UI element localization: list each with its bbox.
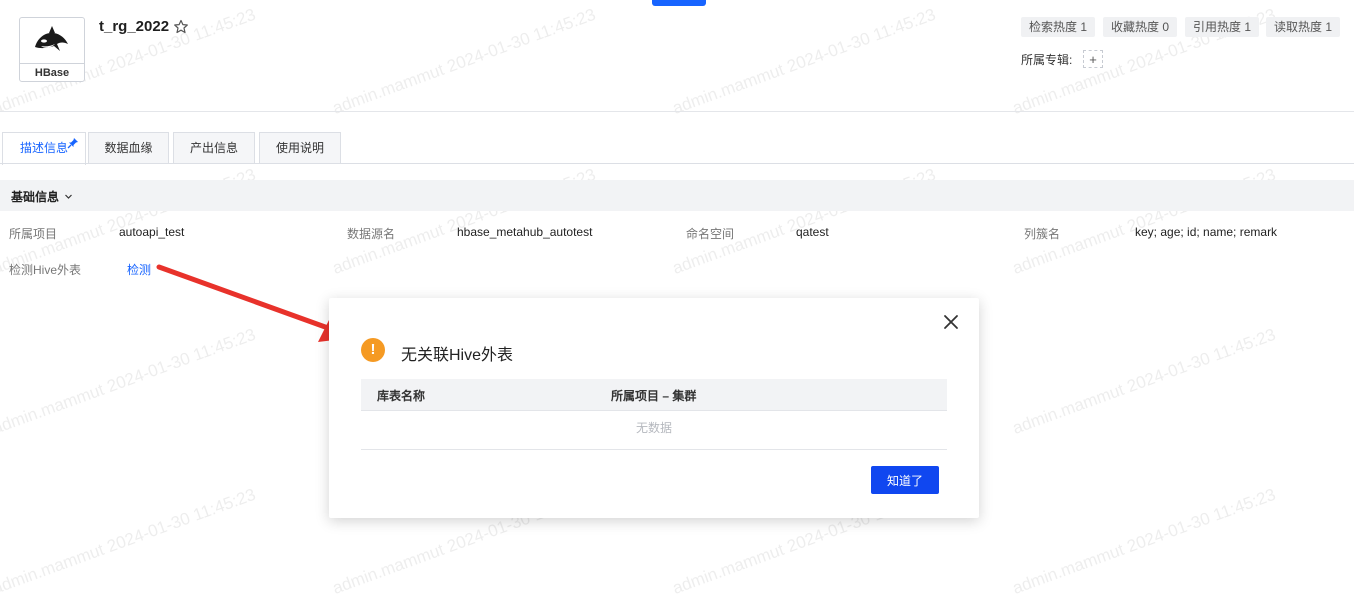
search-button[interactable] xyxy=(652,0,706,6)
watermark-text: admin.mammut 2024-01-30 11:45:23 xyxy=(0,484,259,598)
field-value-namespace: qatest xyxy=(796,225,829,239)
add-topic-button[interactable]: + xyxy=(1083,50,1103,68)
ok-button[interactable]: 知道了 xyxy=(871,466,939,494)
watermark-text: admin.mammut 2024-01-30 11:45:23 xyxy=(330,4,599,118)
hbase-logo: HBase xyxy=(19,17,85,82)
watermark-text: admin.mammut 2024-01-30 11:45:23 xyxy=(670,4,939,118)
red-arrow-annotation xyxy=(156,264,351,342)
read-heat-badge: 读取热度 1 xyxy=(1266,17,1341,37)
field-key-project: 所属项目 xyxy=(9,227,58,241)
tab-lineage[interactable]: 数据血缘 xyxy=(88,132,169,163)
section-title[interactable]: 基础信息 xyxy=(11,188,73,205)
close-icon[interactable] xyxy=(941,312,961,332)
watermark-text: admin.mammut 2024-01-30 11:45:23 xyxy=(1010,324,1279,438)
page-title: t_rg_2022 xyxy=(99,18,170,35)
field-key-datasource: 数据源名 xyxy=(347,227,396,241)
orca-icon xyxy=(20,18,84,62)
detect-hive-link[interactable]: 检测 xyxy=(127,261,151,278)
section-header[interactable] xyxy=(0,180,1354,211)
warning-icon: ! xyxy=(361,338,385,362)
tab-usage[interactable]: 使用说明 xyxy=(259,132,341,163)
dialog-title: 无关联Hive外表 xyxy=(401,347,514,364)
search-heat-badge: 检索热度 1 xyxy=(1021,17,1096,37)
tab-label: 描述信息 xyxy=(19,141,68,155)
pin-icon[interactable] xyxy=(67,137,79,149)
field-key-column-families: 列簇名 xyxy=(1024,227,1061,241)
section-title-text: 基础信息 xyxy=(11,190,60,204)
reference-heat-badge: 引用热度 1 xyxy=(1185,17,1260,37)
no-hive-table-dialog: ! 无关联Hive外表 库表名称 所属项目 – 集群 无数据 知道了 xyxy=(329,298,979,518)
field-key-namespace: 命名空间 xyxy=(686,227,735,241)
tab-output[interactable]: 产出信息 xyxy=(173,132,255,163)
logo-label: HBase xyxy=(20,63,84,82)
column-header-project-cluster: 所属项目 – 集群 xyxy=(611,389,697,403)
column-header-table-name: 库表名称 xyxy=(377,389,426,403)
field-value-datasource: hbase_metahub_autotest xyxy=(457,225,593,239)
tab-description[interactable]: 描述信息 xyxy=(2,132,86,165)
chevron-down-icon xyxy=(65,194,73,199)
watermark-text: admin.mammut 2024-01-30 11:45:23 xyxy=(1010,484,1279,598)
favorite-heat-badge: 收藏热度 0 xyxy=(1103,17,1178,37)
topic-label: 所属专辑: xyxy=(1021,53,1073,67)
field-key-hive-detect: 检测Hive外表 xyxy=(9,263,82,277)
tabs-divider xyxy=(0,163,1354,164)
field-value-project: autoapi_test xyxy=(119,225,185,239)
empty-state: 无数据 xyxy=(361,410,947,450)
favorite-star-icon[interactable] xyxy=(173,19,189,35)
header-divider xyxy=(0,111,1354,112)
field-value-column-families: key; age; id; name; remark xyxy=(1135,225,1278,239)
